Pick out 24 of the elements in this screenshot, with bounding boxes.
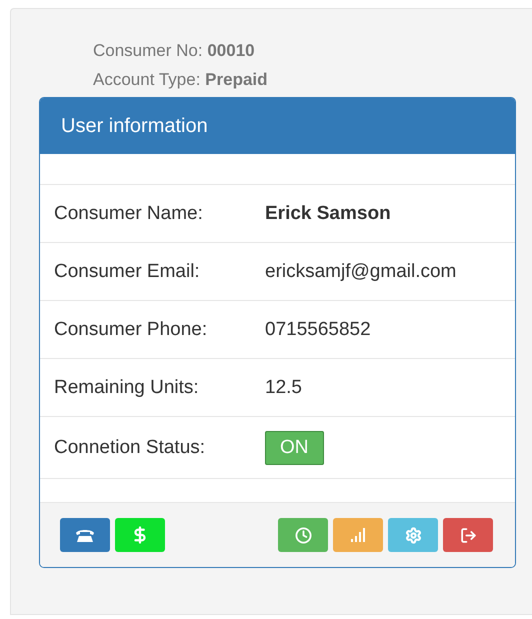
field-value: 0715565852 bbox=[265, 318, 371, 340]
clock-icon bbox=[294, 526, 312, 544]
settings-button[interactable] bbox=[388, 518, 438, 552]
logout-icon bbox=[460, 526, 476, 544]
phone-button[interactable] bbox=[60, 518, 110, 552]
logout-button[interactable] bbox=[443, 518, 493, 552]
field-label: Connetion Status: bbox=[54, 436, 206, 458]
field-value: Erick Samson bbox=[265, 202, 391, 224]
status-toggle[interactable]: ON bbox=[265, 430, 324, 464]
account-info: Consumer No: 00010 bbox=[93, 40, 256, 62]
field-label: Remaining Units: bbox=[54, 376, 200, 398]
usage-button[interactable] bbox=[333, 518, 383, 552]
field-value: ericksamjf@gmail.com bbox=[265, 260, 456, 282]
account-info: Account Type: Prepaid bbox=[93, 69, 269, 91]
field-label: Consumer Phone: bbox=[54, 318, 208, 340]
field-value: 12.5 bbox=[265, 376, 302, 398]
phone-icon bbox=[75, 527, 95, 543]
history-button[interactable] bbox=[278, 518, 328, 552]
signal-icon bbox=[350, 527, 366, 543]
settings-icon bbox=[404, 526, 422, 544]
field-label: Consumer Name: bbox=[54, 202, 204, 224]
payment-button[interactable] bbox=[115, 518, 165, 552]
field-label: Consumer Email: bbox=[54, 260, 201, 282]
card-title: User information bbox=[40, 98, 515, 154]
